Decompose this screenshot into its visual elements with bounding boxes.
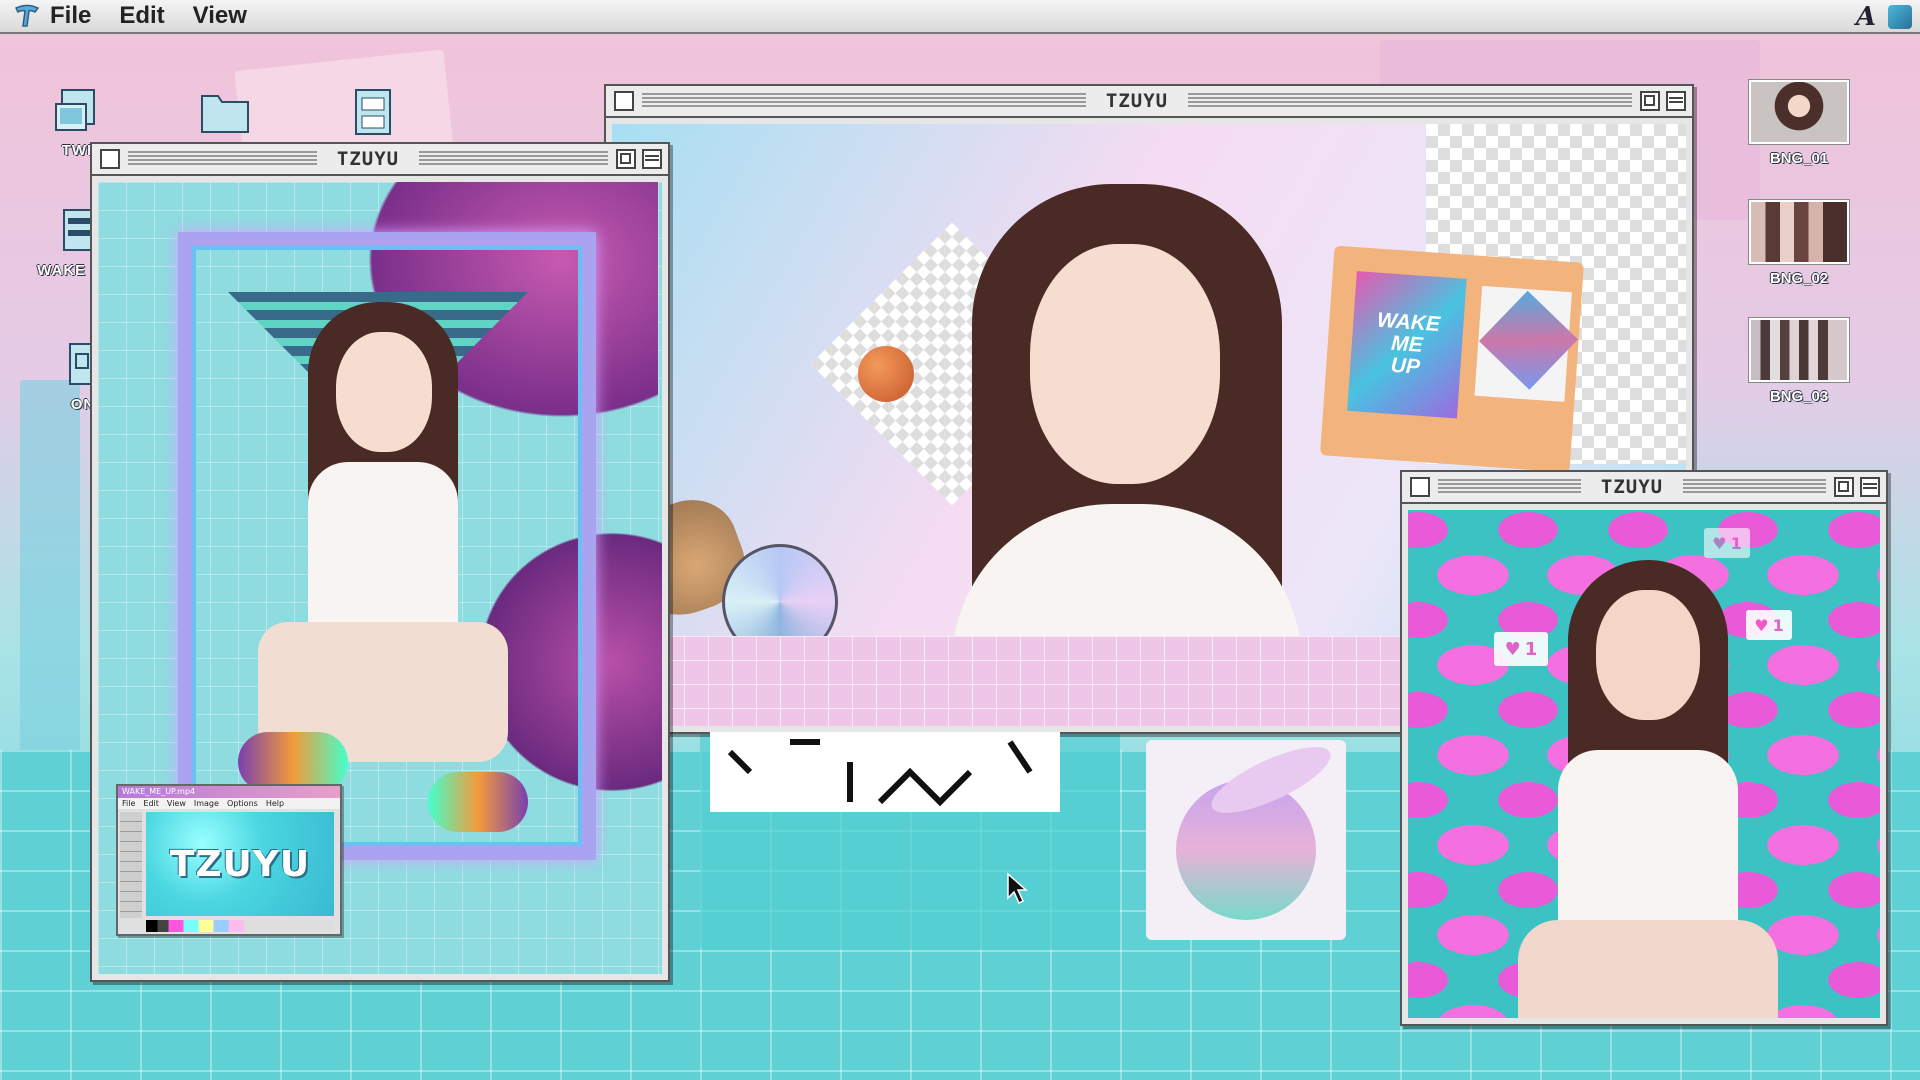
photo-thumbnail: [1749, 318, 1849, 382]
poster-line: UP: [1390, 353, 1421, 379]
menu-bar: File Edit View A: [0, 0, 1920, 34]
thumbnail-label: BNG_03: [1769, 388, 1829, 405]
restore-button[interactable]: [616, 149, 637, 169]
thumbnail-bng-01[interactable]: BNG_01: [1744, 80, 1854, 167]
heart-icon: ♥: [1712, 533, 1727, 553]
window-content: ♥ 1 ♥ 1 ♥ 1: [1408, 510, 1880, 1018]
collapse-button[interactable]: [1860, 477, 1881, 497]
magazine: WAKE ME UP: [1319, 245, 1585, 473]
restore-button[interactable]: [1834, 477, 1855, 497]
font-icon[interactable]: A: [1856, 2, 1876, 32]
paint-menu-edit[interactable]: Edit: [143, 798, 159, 809]
titlebar-stripes: [1683, 479, 1827, 495]
like-badge[interactable]: ♥ 1: [1704, 528, 1750, 558]
menu-view[interactable]: View: [193, 2, 247, 30]
mouse-cursor-icon: [1006, 872, 1032, 906]
photo-thumbnail: [1749, 200, 1849, 264]
computer-icon: [48, 86, 106, 138]
thumbnail-label: BNG_01: [1769, 150, 1829, 167]
close-button[interactable]: [100, 149, 120, 169]
twice-logo-icon[interactable]: [12, 3, 42, 29]
photo-thumbnail: [1749, 80, 1849, 144]
magazine-cover: WAKE ME UP: [1347, 271, 1467, 419]
paint-menu-image[interactable]: Image: [194, 798, 219, 809]
paint-menu: File Edit View Image Options Help: [118, 798, 340, 809]
restore-button[interactable]: [1640, 91, 1661, 111]
window-left[interactable]: TZUYU WAKE_ME_UP.mp4 File Edit View Imag…: [90, 142, 670, 982]
paint-menu-help[interactable]: Help: [266, 798, 284, 809]
paint-canvas[interactable]: TZUYU: [146, 812, 334, 916]
window-titlebar[interactable]: TZUYU: [92, 144, 668, 176]
desktop-icon-folder[interactable]: [180, 86, 270, 138]
collapse-button[interactable]: [1666, 91, 1687, 111]
app-icon[interactable]: [1888, 5, 1912, 29]
menu-edit[interactable]: Edit: [119, 2, 164, 30]
collapse-button[interactable]: [642, 149, 663, 169]
close-button[interactable]: [614, 91, 634, 111]
titlebar-stripes: [1438, 479, 1581, 495]
desktop-icon-cabinet[interactable]: [328, 86, 418, 138]
paint-menu-file[interactable]: File: [122, 798, 135, 809]
paint-window-title[interactable]: WAKE_ME_UP.mp4: [118, 786, 340, 798]
close-button[interactable]: [1410, 477, 1430, 497]
titlebar-stripes: [642, 93, 1086, 109]
window-right[interactable]: TZUYU ♥ 1 ♥ 1 ♥ 1: [1400, 470, 1888, 1026]
bg-shape: [20, 380, 80, 800]
paint-menu-view[interactable]: View: [167, 798, 186, 809]
menu-file[interactable]: File: [50, 2, 91, 30]
window-titlebar[interactable]: TZUYU: [606, 86, 1692, 118]
color-palette[interactable]: [146, 920, 334, 932]
titlebar-stripes: [419, 151, 609, 167]
window-title: TZUYU: [1093, 90, 1181, 112]
thumbnail-label: BNG_02: [1769, 270, 1829, 287]
window-titlebar[interactable]: TZUYU: [1402, 472, 1886, 504]
person-photo: [1498, 560, 1798, 1018]
dolphin-sticker: [1146, 734, 1346, 940]
like-count: 1: [1730, 533, 1742, 553]
thumbnail-bng-03[interactable]: BNG_03: [1744, 318, 1854, 405]
titlebar-stripes: [1188, 93, 1633, 109]
titlebar-stripes: [128, 151, 317, 167]
window-title: TZUYU: [324, 148, 412, 170]
window-content: WAKE_ME_UP.mp4 File Edit View Image Opti…: [98, 182, 662, 974]
folder-icon: [196, 86, 254, 138]
person-photo: [238, 302, 528, 862]
basketball: [858, 346, 914, 402]
window-title: TZUYU: [1588, 476, 1676, 498]
paint-menu-options[interactable]: Options: [227, 798, 258, 809]
file-cabinet-icon: [344, 86, 402, 138]
zigzag-sticker: [710, 732, 1060, 812]
canvas-text: TZUYU: [169, 843, 311, 885]
thumbnail-bng-02[interactable]: BNG_02: [1744, 200, 1854, 287]
paint-toolbox[interactable]: [120, 812, 142, 918]
paint-window[interactable]: WAKE_ME_UP.mp4 File Edit View Image Opti…: [116, 784, 342, 936]
